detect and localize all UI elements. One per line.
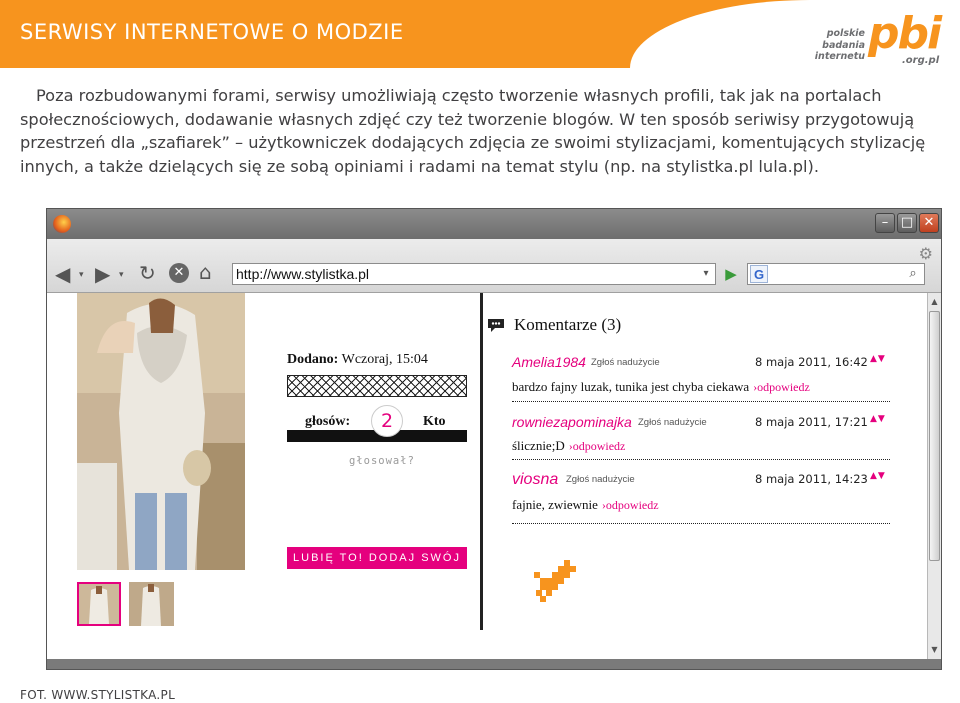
scrollbar-thumb[interactable]: [929, 311, 940, 561]
stop-icon[interactable]: ✕: [169, 263, 189, 283]
comment-author[interactable]: viosna: [512, 471, 558, 489]
comment-date: 8 maja 2011, 17:21: [755, 415, 868, 429]
orange-pointer-icon: [534, 560, 576, 602]
reply-link[interactable]: ›odpowiedz: [753, 380, 810, 394]
search-input[interactable]: G ⌕: [747, 263, 925, 285]
photo-credit: FOT. WWW.STYLISTKA.PL: [20, 688, 176, 702]
forward-dropdown-icon[interactable]: ▾: [119, 265, 124, 285]
browser-window: – □ ✕ ⚙ ◀ ▾ ▶ ▾ ↻ ✕ ⌂ http://www.stylist…: [46, 208, 942, 670]
comment-separator: [512, 401, 890, 402]
forward-icon[interactable]: ▶: [95, 264, 110, 284]
maximize-button[interactable]: □: [897, 213, 917, 233]
comment-text-row: ślicznie;D ›odpowiedz: [512, 438, 625, 454]
page-viewport: Dodano: Wczoraj, 15:04 głosów: 2 Kto gło…: [47, 293, 927, 659]
outfit-photo[interactable]: [77, 293, 245, 570]
home-icon[interactable]: ⌂: [199, 262, 212, 282]
logo-big-text: pbi: [868, 8, 942, 59]
comments-title: Komentarze (3): [514, 315, 622, 334]
reply-link[interactable]: ›odpowiedz: [569, 439, 626, 453]
added-value: Wczoraj, 15:04: [341, 352, 428, 367]
comment-date: 8 maja 2011, 16:42: [755, 355, 868, 369]
column-divider: [480, 293, 483, 630]
comment-text-row: fajnie, zwiewnie ›odpowiedz: [512, 497, 659, 513]
comment-text: bardzo fajny luzak, tunika jest chyba ci…: [512, 379, 750, 394]
search-icon[interactable]: ⌕: [904, 265, 922, 283]
vote-arrows-icon[interactable]: ▲▼: [870, 354, 886, 364]
comments-heading: Komentarze (3): [488, 315, 622, 335]
logo-domain: .org.pl: [902, 55, 940, 66]
reply-link[interactable]: ›odpowiedz: [602, 498, 659, 512]
comment-text: fajnie, zwiewnie: [512, 497, 598, 512]
scroll-down-icon[interactable]: ▼: [928, 643, 941, 656]
back-icon[interactable]: ◀: [55, 264, 70, 284]
minimize-button[interactable]: –: [875, 213, 895, 233]
comment-bubble-icon: [488, 319, 504, 332]
comment-text-row: bardzo fajny luzak, tunika jest chyba ci…: [512, 379, 810, 395]
vote-arrows-icon[interactable]: ▲▼: [870, 471, 886, 481]
go-icon[interactable]: ▶: [720, 263, 742, 285]
comment-author[interactable]: rowniezapominajka: [512, 414, 632, 430]
search-engine-icon[interactable]: G: [750, 265, 768, 283]
comment-separator: [512, 523, 890, 524]
url-input[interactable]: http://www.stylistka.pl: [232, 263, 716, 285]
report-abuse-link[interactable]: Zgłoś nadużycie: [638, 417, 707, 428]
votes-label: głosów:: [305, 414, 351, 429]
comment-text: ślicznie;D: [512, 438, 565, 453]
report-abuse-link[interactable]: Zgłoś nadużycie: [566, 474, 635, 485]
slide-header-bar: SERWISY INTERNETOWE O MODZIE polskie bad…: [0, 0, 960, 68]
votes-count: 2: [371, 405, 403, 437]
browser-titlebar: – □ ✕: [47, 209, 941, 239]
report-abuse-link[interactable]: Zgłoś nadużycie: [591, 357, 660, 368]
who-voted-link[interactable]: Kto: [423, 414, 446, 430]
url-dropdown-icon[interactable]: ▾: [697, 264, 715, 284]
photo-thumbnail-2[interactable]: [129, 582, 174, 626]
intro-paragraph: Poza rozbudowanymi forami, serwisy umożl…: [20, 86, 926, 176]
like-button[interactable]: LUBIĘ TO! DODAJ SWÓJ GŁOS: [287, 547, 467, 586]
comment-author[interactable]: Amelia1984: [512, 354, 586, 370]
firefox-icon: [53, 215, 71, 233]
added-info: Dodano: Wczoraj, 15:04: [287, 352, 428, 368]
logo-small-text: polskie badania internetu: [814, 28, 865, 62]
photo-thumbnail-1[interactable]: [77, 582, 121, 626]
gear-icon[interactable]: ⚙: [919, 244, 933, 263]
rating-pattern: [287, 375, 467, 397]
slide-title: SERWISY INTERNETOWE O MODZIE: [20, 20, 404, 44]
reload-icon[interactable]: ↻: [139, 263, 156, 283]
browser-statusbar: [47, 659, 941, 669]
close-button[interactable]: ✕: [919, 213, 939, 233]
scroll-up-icon[interactable]: ▲: [928, 295, 941, 308]
browser-toolbar: ⚙ ◀ ▾ ▶ ▾ ↻ ✕ ⌂ http://www.stylistka.pl …: [47, 239, 941, 293]
vertical-scrollbar[interactable]: ▲ ▼: [927, 293, 941, 659]
vote-arrows-icon[interactable]: ▲▼: [870, 414, 886, 424]
who-voted-question[interactable]: głosował?: [349, 455, 415, 467]
comment-date: 8 maja 2011, 14:23: [755, 472, 868, 486]
back-dropdown-icon[interactable]: ▾: [79, 265, 84, 285]
pbi-logo: polskie badania internetu pbi .org.pl: [810, 2, 950, 68]
added-label: Dodano:: [287, 352, 339, 367]
comment-separator: [512, 459, 890, 460]
